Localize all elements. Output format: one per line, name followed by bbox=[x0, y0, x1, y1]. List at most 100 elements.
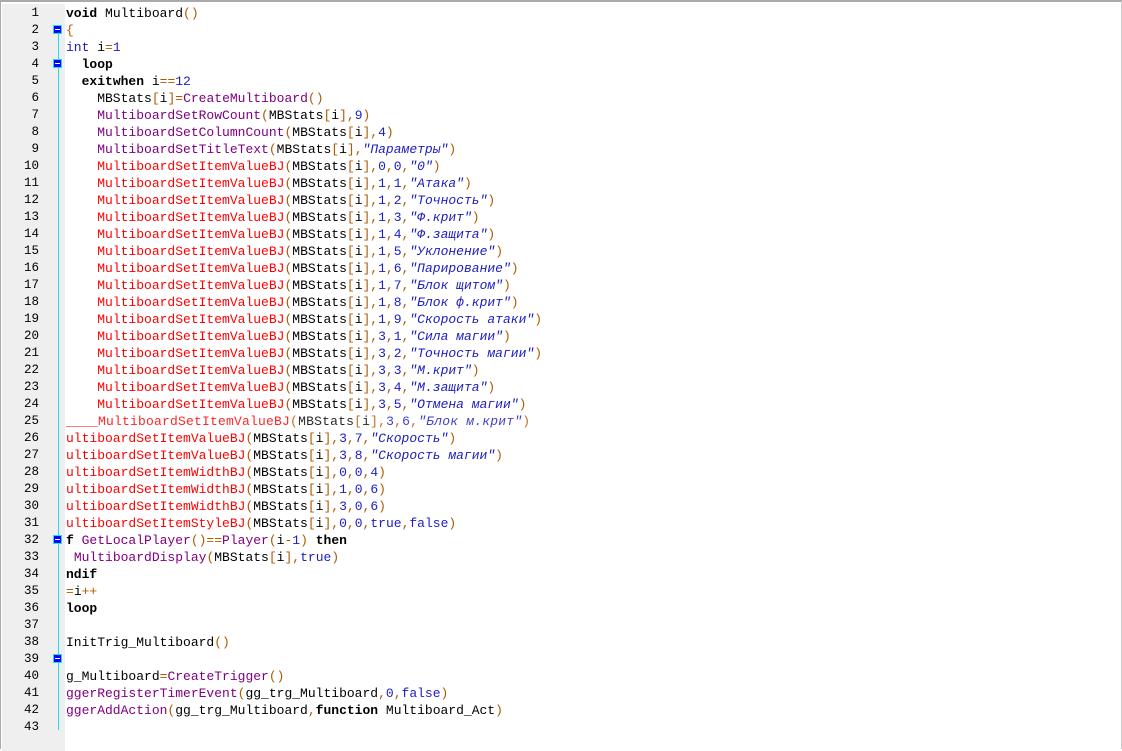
code-token: 8 bbox=[354, 448, 363, 463]
code-token: ) bbox=[471, 210, 480, 225]
code-line[interactable]: 9 MultiboardSetTitleText(MBStats[i],"Пар… bbox=[1, 141, 1121, 158]
code-line[interactable]: 11 MultiboardSetItemValueBJ(MBStats[i],1… bbox=[1, 175, 1121, 192]
code-line[interactable]: 42 ggerAddAction(gg_trg_Multiboard,functi… bbox=[1, 702, 1121, 719]
code-token: i bbox=[354, 346, 363, 361]
code-line[interactable]: 4 loop bbox=[1, 56, 1121, 73]
code-token: () bbox=[214, 635, 230, 650]
line-text: MultiboardSetTitleText(MBStats[i],"Парам… bbox=[66, 141, 456, 158]
code-line[interactable]: 19 MultiboardSetItemValueBJ(MBStats[i],1… bbox=[1, 311, 1121, 328]
code-line[interactable]: 31 ultiboardSetItemStyleBJ(MBStats[i],0,0… bbox=[1, 515, 1121, 532]
code-line[interactable]: 10 MultiboardSetItemValueBJ(MBStats[i],0… bbox=[1, 158, 1121, 175]
line-text: ultiboardSetItemValueBJ(MBStats[i],3,7,"… bbox=[66, 430, 456, 447]
code-token: () bbox=[183, 6, 199, 21]
code-token: ggerAddAction bbox=[66, 703, 168, 718]
code-token: 3 bbox=[339, 431, 347, 446]
code-line[interactable]: 33 MultiboardDisplay(MBStats[i],true) bbox=[1, 549, 1121, 566]
code-line[interactable]: 18 MultiboardSetItemValueBJ(MBStats[i],1… bbox=[1, 294, 1121, 311]
code-token: 1 bbox=[378, 312, 386, 327]
code-token: 0 bbox=[393, 159, 402, 174]
line-number: 18 bbox=[23, 295, 39, 309]
code-token: 3 bbox=[378, 363, 386, 378]
code-line[interactable]: 39 bbox=[1, 651, 1121, 668]
code-token: function bbox=[315, 703, 386, 718]
code-token: ) bbox=[362, 108, 371, 123]
code-token: , bbox=[385, 363, 394, 378]
fold-collapse-icon[interactable] bbox=[53, 25, 62, 34]
code-line[interactable]: 22 MultiboardSetItemValueBJ(MBStats[i],3… bbox=[1, 362, 1121, 379]
code-token: ) bbox=[510, 261, 519, 276]
code-token: , bbox=[385, 159, 394, 174]
code-token: MBStats bbox=[276, 142, 332, 157]
code-token: MBStats bbox=[292, 193, 347, 208]
code-token: () bbox=[268, 669, 285, 684]
line-number: 40 bbox=[23, 669, 39, 683]
code-line[interactable]: 7 MultiboardSetRowCount(MBStats[i],9) bbox=[1, 107, 1121, 124]
line-number: 14 bbox=[23, 227, 39, 241]
code-editor[interactable]: 1 void Multiboard() 2{3 int i=1 4 loop 5 exit… bbox=[0, 0, 1122, 751]
fold-collapse-icon[interactable] bbox=[53, 654, 62, 663]
code-line[interactable]: 35 =i++ bbox=[1, 583, 1121, 600]
code-token: ultiboardSetItemValueBJ bbox=[66, 431, 246, 446]
code-token: 3 bbox=[378, 329, 386, 344]
code-line[interactable]: 14 MultiboardSetItemValueBJ(MBStats[i],1… bbox=[1, 226, 1121, 243]
code-token: ) bbox=[495, 703, 503, 718]
code-line[interactable]: 28 ultiboardSetItemWidthBJ(MBStats[i],0,0… bbox=[1, 464, 1121, 481]
code-line[interactable]: 17 MultiboardSetItemValueBJ(MBStats[i],1… bbox=[1, 277, 1121, 294]
code-line[interactable]: 37 bbox=[1, 617, 1121, 634]
code-token: ) bbox=[463, 176, 472, 191]
code-line[interactable]: 38 InitTrig_Multiboard() bbox=[1, 634, 1121, 651]
code-token: i bbox=[354, 363, 363, 378]
code-token: 7 bbox=[354, 431, 363, 446]
code-token: , bbox=[385, 261, 394, 276]
code-token: ], bbox=[323, 448, 340, 463]
code-line[interactable]: 43 bbox=[1, 719, 1121, 736]
code-line[interactable]: 24 MultiboardSetItemValueBJ(MBStats[i],3… bbox=[1, 396, 1121, 413]
code-token: MultiboardSetColumnCount bbox=[97, 125, 285, 140]
code-line[interactable]: 34 ndif bbox=[1, 566, 1121, 583]
code-token: [ bbox=[307, 465, 316, 480]
line-text: MultiboardSetItemValueBJ(MBStats[i],3,5,… bbox=[66, 396, 526, 413]
code-line[interactable]: 25 ____MultiboardSetItemValueBJ(MBStats[i… bbox=[1, 413, 1121, 430]
code-token: MultiboardSetItemValueBJ bbox=[97, 312, 285, 327]
fold-collapse-icon[interactable] bbox=[53, 535, 62, 544]
code-line[interactable]: 16 MultiboardSetItemValueBJ(MBStats[i],1… bbox=[1, 260, 1121, 277]
code-token: GetLocalPlayer bbox=[81, 533, 191, 548]
code-token: [ bbox=[346, 312, 355, 327]
code-token: ], bbox=[284, 550, 301, 565]
code-line[interactable]: 20 MultiboardSetItemValueBJ(MBStats[i],3… bbox=[1, 328, 1121, 345]
code-token: ], bbox=[362, 227, 379, 242]
code-token: [ bbox=[151, 91, 160, 106]
code-line[interactable]: 15 MultiboardSetItemValueBJ(MBStats[i],1… bbox=[1, 243, 1121, 260]
code-token: [ bbox=[346, 278, 355, 293]
line-text: void Multiboard() bbox=[66, 5, 199, 22]
code-line[interactable]: 29 ultiboardSetItemWidthBJ(MBStats[i],1,0… bbox=[1, 481, 1121, 498]
code-token: 1 bbox=[378, 295, 386, 310]
code-line[interactable]: 5 exitwhen i==12 bbox=[1, 73, 1121, 90]
code-area[interactable]: 1 void Multiboard() 2{3 int i=1 4 loop 5 exit… bbox=[1, 5, 1121, 736]
line-text: { bbox=[66, 22, 74, 39]
code-line[interactable]: 41 ggerRegisterTimerEvent(gg_trg_Multiboa… bbox=[1, 685, 1121, 702]
line-text: MultiboardSetItemValueBJ(MBStats[i],1,6,… bbox=[66, 260, 519, 277]
code-line[interactable]: 40 g_Multiboard=CreateTrigger() bbox=[1, 668, 1121, 685]
code-line[interactable]: 21 MultiboardSetItemValueBJ(MBStats[i],3… bbox=[1, 345, 1121, 362]
code-token: MultiboardSetItemValueBJ bbox=[97, 176, 285, 191]
code-line[interactable]: 36 loop bbox=[1, 600, 1121, 617]
code-line[interactable]: 3 int i=1 bbox=[1, 39, 1121, 56]
code-line[interactable]: 32 f GetLocalPlayer()==Player(i-1) then bbox=[1, 532, 1121, 549]
code-line[interactable]: 23 MultiboardSetItemValueBJ(MBStats[i],3… bbox=[1, 379, 1121, 396]
code-token: i bbox=[339, 142, 347, 157]
code-token: [ bbox=[307, 448, 316, 463]
code-line[interactable]: 8 MultiboardSetColumnCount(MBStats[i],4) bbox=[1, 124, 1121, 141]
code-token: i bbox=[354, 261, 363, 276]
code-line[interactable]: 2{ bbox=[1, 22, 1121, 39]
code-line[interactable]: 27 ultiboardSetItemValueBJ(MBStats[i],3,8… bbox=[1, 447, 1121, 464]
code-token: 6 bbox=[402, 414, 411, 429]
fold-collapse-icon[interactable] bbox=[53, 59, 62, 68]
code-line[interactable]: 26 ultiboardSetItemValueBJ(MBStats[i],3,7… bbox=[1, 430, 1121, 447]
code-line[interactable]: 13 MultiboardSetItemValueBJ(MBStats[i],1… bbox=[1, 209, 1121, 226]
code-line[interactable]: 30 ultiboardSetItemWidthBJ(MBStats[i],3,0… bbox=[1, 498, 1121, 515]
code-line[interactable]: 12 MultiboardSetItemValueBJ(MBStats[i],1… bbox=[1, 192, 1121, 209]
code-line[interactable]: 6 MBStats[i]=CreateMultiboard() bbox=[1, 90, 1121, 107]
code-line[interactable]: 1 void Multiboard() bbox=[1, 5, 1121, 22]
code-token: "М.защита" bbox=[409, 380, 488, 395]
